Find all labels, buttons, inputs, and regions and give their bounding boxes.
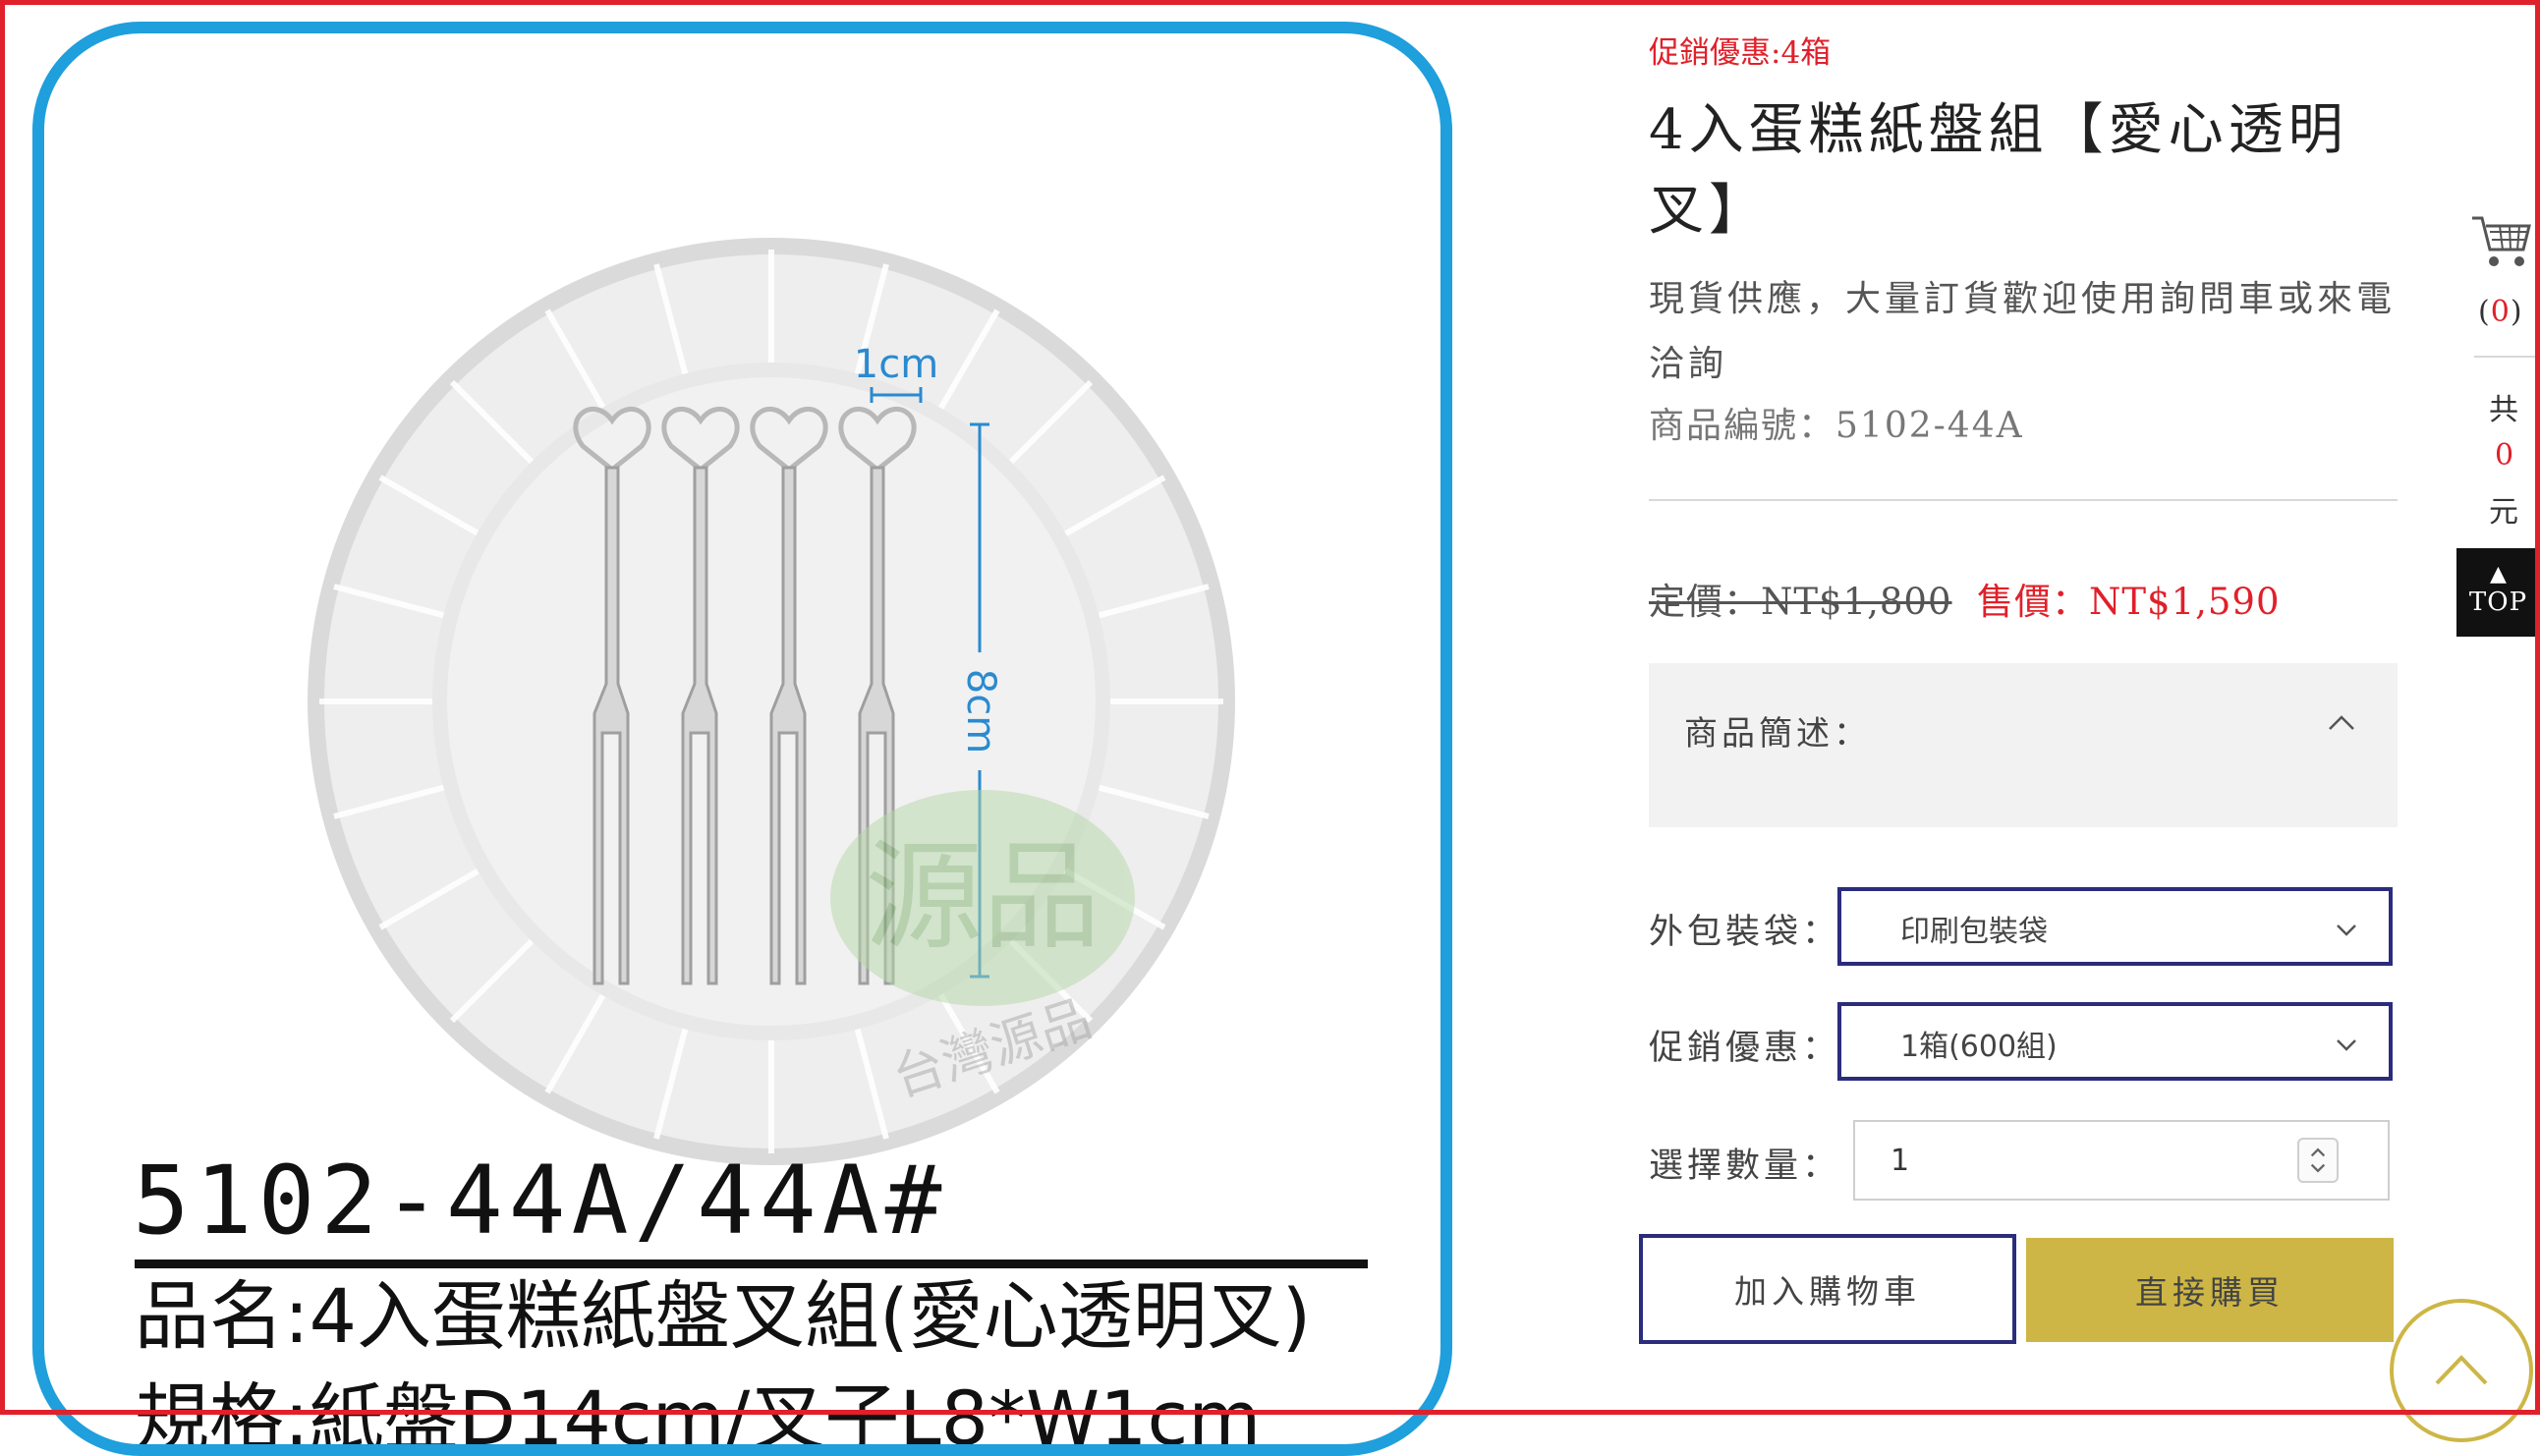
arrow-up-icon: ▲ <box>2490 562 2507 587</box>
chevron-up-icon <box>2435 1355 2488 1385</box>
quantity-label: 選擇數量： <box>1649 1147 1841 1186</box>
cart-total-prefix: 共 <box>2489 393 2518 427</box>
top-label: TOP <box>2468 588 2528 617</box>
watermark-logo: 源品 <box>865 829 1101 966</box>
summary-label: 商品簡述： <box>1684 714 1871 754</box>
quantity-input[interactable]: 1 <box>1853 1120 2390 1201</box>
promo-tag: 促銷優惠:4箱 <box>1649 35 1832 71</box>
cart-count-number: 0 <box>2490 295 2511 329</box>
image-product-spec: 規格:紙盤D14cm/叉子L8*W1cm <box>135 1374 1262 1456</box>
product-title: 4入蛋糕紙盤組【愛心透明叉】 <box>1649 98 2348 243</box>
sku-label: 商品編號： <box>1649 406 1836 446</box>
cart-count-close: ) <box>2510 295 2523 329</box>
cart-count: (0) <box>2478 295 2523 329</box>
cart-total-value: 0 <box>2495 438 2514 473</box>
quantity-stepper[interactable] <box>2297 1138 2339 1183</box>
image-product-name: 品名:4入蛋糕紙盤叉組(愛心透明叉) <box>135 1272 1312 1360</box>
chevron-down-icon <box>2337 924 2356 936</box>
original-price: 定價：NT$1,800 <box>1649 581 1952 623</box>
plate-illustration: 1cm 8cm 源品 台灣源品 <box>308 238 1235 1165</box>
image-divider <box>135 1260 1368 1268</box>
quantity-value: 1 <box>1891 1144 1910 1178</box>
back-to-top-button[interactable]: ▲ TOP <box>2456 548 2540 637</box>
product-image: 1cm 8cm 源品 台灣源品 5102-44A/44A# 品名:4入蛋糕紙盤叉… <box>32 22 1452 1456</box>
sidebar-divider <box>2474 356 2535 358</box>
promo-option-label: 促銷優惠： <box>1649 1029 1841 1068</box>
cart-total-suffix: 元 <box>2489 495 2518 530</box>
add-to-cart-button[interactable]: 加入購物車 <box>1639 1234 2016 1344</box>
dimension-width-label: 1cm <box>854 342 938 387</box>
chevron-up-icon[interactable] <box>2327 708 2356 738</box>
promo-select-value: 1箱(600組) <box>1900 1030 2058 1064</box>
scroll-up-button[interactable] <box>2390 1299 2533 1442</box>
product-sku: 商品編號：5102-44A <box>1649 397 2024 448</box>
chevron-down-icon <box>2337 1039 2356 1051</box>
cart-count-open: ( <box>2478 295 2491 329</box>
promo-select[interactable]: 1箱(600組) <box>1837 1002 2393 1081</box>
bag-select[interactable]: 印刷包裝袋 <box>1837 887 2393 966</box>
buy-now-button[interactable]: 直接購買 <box>2026 1238 2394 1342</box>
dimension-height-label: 8cm <box>958 669 1003 754</box>
bag-select-value: 印刷包裝袋 <box>1900 915 2048 949</box>
cart-icon[interactable] <box>2470 212 2533 271</box>
sale-price: 售價：NT$1,590 <box>1977 581 2281 623</box>
product-description: 現貨供應，大量訂貨歡迎使用詢問車或來電洽詢 <box>1649 279 2397 384</box>
info-divider <box>1649 499 2398 501</box>
image-product-code: 5102-44A/44A# <box>133 1146 948 1256</box>
bag-option-label: 外包裝袋： <box>1649 913 1841 952</box>
sku-value: 5102-44A <box>1835 406 2024 446</box>
product-summary-accordion[interactable]: 商品簡述： <box>1649 663 2398 827</box>
